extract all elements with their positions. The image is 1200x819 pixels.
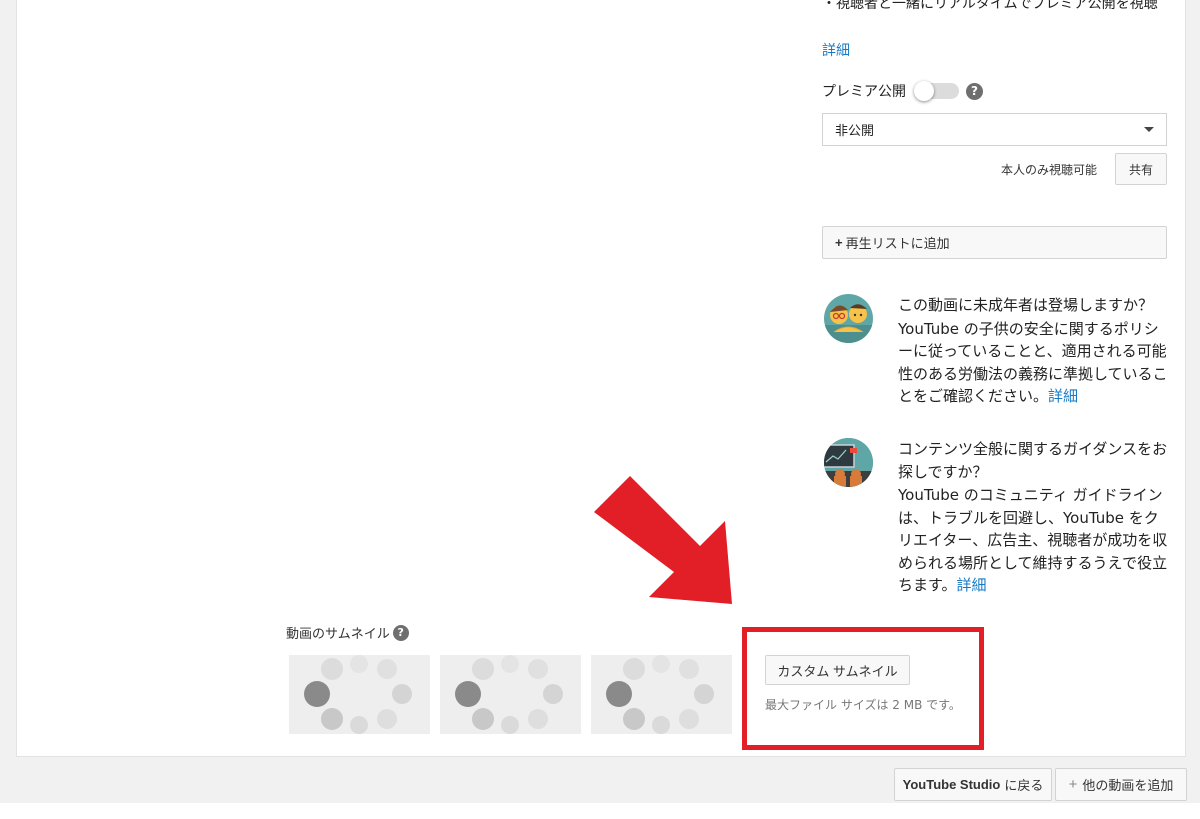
help-icon[interactable]: ? bbox=[966, 82, 983, 100]
premiere-toggle[interactable] bbox=[914, 81, 959, 101]
annotation-arrow-icon bbox=[594, 476, 732, 604]
loading-spinner-icon bbox=[591, 655, 732, 734]
guidance-notice-text: コンテンツ全般に関するガイダンスをお探しですか？ YouTube のコミュニティ… bbox=[898, 438, 1168, 597]
share-row: 本人のみ視聴可能 共有 bbox=[822, 153, 1167, 185]
share-button[interactable]: 共有 bbox=[1115, 153, 1167, 185]
guidance-body-wrap: YouTube のコミュニティ ガイドラインは、トラブルを回避し、YouTube… bbox=[898, 484, 1168, 597]
annotation-highlight-box bbox=[742, 627, 984, 750]
minors-body: YouTube の子供の安全に関するポリシーに従っていることと、適用される可能性… bbox=[898, 319, 1168, 406]
presentation-icon bbox=[824, 438, 873, 487]
premiere-bullet-text: ・視聴者と一緒にリアルタイムでプレミア公開を視聴 bbox=[822, 0, 1158, 12]
thumbnail-option-1[interactable] bbox=[289, 655, 430, 734]
thumbnail-option-3[interactable] bbox=[591, 655, 732, 734]
visibility-selected: 非公開 bbox=[835, 124, 875, 139]
guidance-body: YouTube のコミュニティ ガイドラインは、トラブルを回避し、YouTube… bbox=[898, 486, 1168, 594]
minors-detail-link[interactable]: 詳細 bbox=[1048, 387, 1078, 405]
back-to-studio-button[interactable]: YouTube Studio に戻る bbox=[894, 768, 1052, 801]
visibility-note: 本人のみ視聴可能 bbox=[1000, 162, 1097, 177]
minors-question: この動画に未成年者は登場しますか？ bbox=[898, 296, 1154, 314]
loading-spinner-icon bbox=[289, 655, 430, 734]
visibility-select[interactable]: 非公開 bbox=[822, 113, 1167, 146]
thumbnail-label-row: 動画のサムネイル ? bbox=[286, 623, 409, 642]
guidance-question: コンテンツ全般に関するガイダンスをお探しですか？ bbox=[898, 440, 1168, 481]
add-to-playlist-button[interactable]: + 再生リストに追加 bbox=[822, 226, 1167, 259]
guidance-detail-link[interactable]: 詳細 bbox=[957, 576, 987, 594]
chevron-down-icon bbox=[1144, 127, 1154, 132]
minors-notice-text: この動画に未成年者は登場しますか？ YouTube の子供の安全に関するポリシー… bbox=[898, 294, 1168, 408]
studio-button-brand: YouTube Studio bbox=[902, 777, 1001, 792]
page-bottom bbox=[0, 803, 1200, 819]
add-more-videos-label: 他の動画を追加 bbox=[1082, 778, 1174, 793]
premiere-detail-link[interactable]: 詳細 bbox=[822, 40, 850, 60]
add-more-videos-button[interactable]: + 他の動画を追加 bbox=[1055, 768, 1187, 801]
add-to-playlist-label: 再生リストに追加 bbox=[845, 236, 950, 251]
premiere-row: プレミア公開 ? bbox=[822, 80, 983, 102]
premiere-label: プレミア公開 bbox=[822, 84, 906, 100]
children-icon bbox=[824, 294, 873, 343]
thumbnail-label: 動画のサムネイル bbox=[286, 627, 390, 642]
loading-spinner-icon bbox=[440, 655, 581, 734]
plus-icon: + bbox=[1068, 776, 1078, 793]
plus-icon: + bbox=[835, 235, 843, 250]
minors-body-wrap: YouTube の子供の安全に関するポリシーに従っていることと、適用される可能性… bbox=[898, 318, 1168, 408]
toggle-knob bbox=[914, 81, 934, 101]
thumbnail-option-2[interactable] bbox=[440, 655, 581, 734]
help-icon[interactable]: ? bbox=[392, 624, 409, 641]
studio-button-rest: に戻る bbox=[1004, 778, 1044, 793]
